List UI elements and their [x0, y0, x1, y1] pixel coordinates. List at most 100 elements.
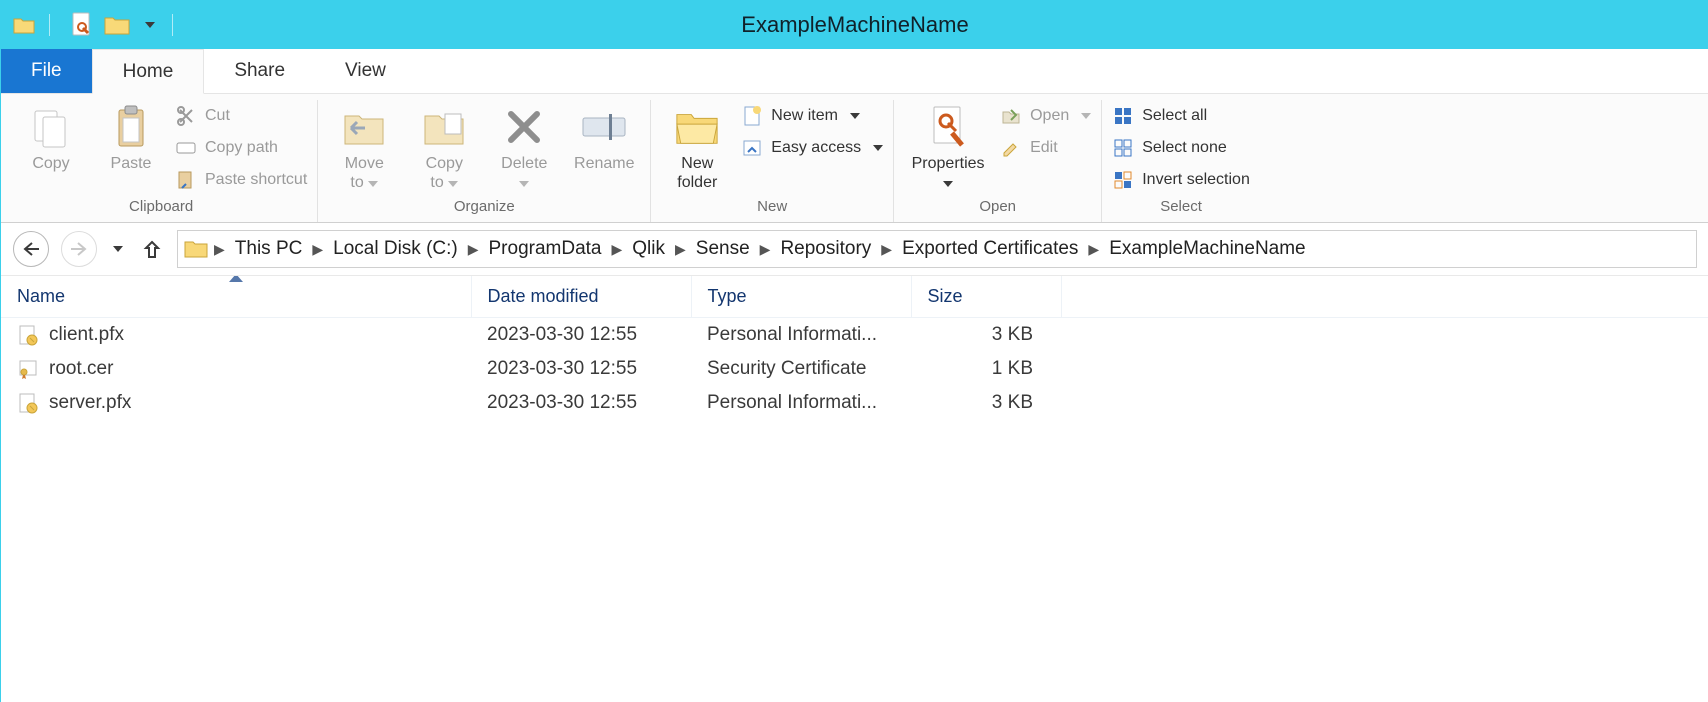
column-header-blank	[1061, 276, 1708, 318]
copy-icon	[28, 104, 74, 150]
caret-down-icon	[873, 145, 883, 151]
rename-icon	[581, 104, 627, 150]
breadcrumb-item[interactable]: ExampleMachineName	[1105, 238, 1309, 260]
ribbon: Copy Paste Cut	[1, 94, 1708, 223]
tab-share[interactable]: Share	[204, 49, 315, 93]
column-header-size[interactable]: Size	[911, 276, 1061, 318]
file-name-cell: client.pfx	[1, 318, 471, 353]
quick-access-toolbar	[1, 10, 191, 40]
group-title-clipboard: Clipboard	[129, 196, 193, 218]
chevron-right-icon: ▶	[612, 241, 623, 258]
new-folder-qat-button[interactable]	[102, 10, 132, 40]
file-table: Name Date modified Type Size client.pfx …	[1, 276, 1708, 420]
file-size-cell: 3 KB	[911, 318, 1061, 353]
back-button[interactable]	[13, 231, 49, 267]
cut-button[interactable]: Cut	[175, 102, 307, 130]
group-open: Properties Open Edit	[894, 100, 1102, 222]
paste-shortcut-icon	[175, 169, 197, 191]
chevron-right-icon: ▶	[312, 241, 323, 258]
file-date-cell: 2023-03-30 12:55	[471, 386, 691, 420]
copy-path-button[interactable]: Copy path	[175, 134, 307, 162]
chevron-right-icon: ▶	[675, 241, 686, 258]
breadcrumb[interactable]: ▶ This PC ▶ Local Disk (C:) ▶ ProgramDat…	[177, 230, 1697, 268]
certificate-pfx-icon	[17, 392, 39, 414]
invert-selection-icon	[1112, 169, 1134, 191]
delete-button[interactable]: Delete	[488, 100, 560, 192]
ribbon-tabs: File Home Share View	[1, 49, 1708, 94]
table-row[interactable]: root.cer 2023-03-30 12:55 Security Certi…	[1, 352, 1708, 386]
window-title: ExampleMachineName	[741, 12, 968, 38]
new-folder-button[interactable]: New folder	[661, 100, 733, 192]
table-row[interactable]: client.pfx 2023-03-30 12:55 Personal Inf…	[1, 318, 1708, 353]
open-icon	[1000, 105, 1022, 127]
tab-file[interactable]: File	[1, 49, 92, 93]
group-title-new: New	[757, 196, 787, 218]
breadcrumb-item[interactable]: Repository	[776, 238, 875, 260]
file-type-cell: Personal Informati...	[691, 386, 911, 420]
caret-down-icon	[113, 246, 123, 252]
easy-access-button[interactable]: Easy access	[741, 134, 883, 162]
chevron-right-icon: ▶	[760, 241, 771, 258]
chevron-right-icon: ▶	[1088, 241, 1099, 258]
properties-button[interactable]: Properties	[904, 100, 992, 192]
certificate-cer-icon	[17, 358, 39, 380]
breadcrumb-item[interactable]: Exported Certificates	[898, 238, 1082, 260]
caret-down-icon	[448, 181, 458, 187]
breadcrumb-item[interactable]: This PC	[231, 238, 307, 260]
arrow-left-icon	[22, 241, 40, 257]
file-name-cell: server.pfx	[1, 386, 471, 420]
recent-locations-button[interactable]	[109, 246, 127, 252]
up-button[interactable]	[139, 239, 165, 259]
copy-button[interactable]: Copy	[15, 100, 87, 173]
breadcrumb-item[interactable]: Qlik	[628, 238, 669, 260]
navigation-bar: ▶ This PC ▶ Local Disk (C:) ▶ ProgramDat…	[1, 223, 1708, 276]
file-list: Name Date modified Type Size client.pfx …	[1, 276, 1708, 702]
select-all-icon	[1112, 105, 1134, 127]
properties-qat-button[interactable]	[66, 10, 96, 40]
group-title-open: Open	[979, 196, 1016, 218]
column-header-date[interactable]: Date modified	[471, 276, 691, 318]
move-to-icon	[341, 104, 387, 150]
table-row[interactable]: server.pfx 2023-03-30 12:55 Personal Inf…	[1, 386, 1708, 420]
file-date-cell: 2023-03-30 12:55	[471, 352, 691, 386]
copy-to-icon	[421, 104, 467, 150]
file-size-cell: 1 KB	[911, 352, 1061, 386]
select-none-button[interactable]: Select none	[1112, 134, 1250, 162]
easy-access-icon	[741, 137, 763, 159]
edit-button[interactable]: Edit	[1000, 134, 1091, 162]
move-to-button[interactable]: Move to	[328, 100, 400, 192]
rename-button[interactable]: Rename	[568, 100, 640, 173]
group-clipboard: Copy Paste Cut	[5, 100, 318, 222]
column-header-type[interactable]: Type	[691, 276, 911, 318]
new-folder-icon	[674, 104, 720, 150]
breadcrumb-item[interactable]: Local Disk (C:)	[329, 238, 462, 260]
qat-customize-button[interactable]	[138, 10, 162, 40]
copy-to-button[interactable]: Copy to	[408, 100, 480, 192]
tab-view[interactable]: View	[315, 49, 416, 93]
properties-icon	[925, 104, 971, 150]
qat-separator	[49, 14, 56, 36]
column-header-name[interactable]: Name	[1, 276, 471, 318]
breadcrumb-item[interactable]: Sense	[692, 238, 754, 260]
select-all-button[interactable]: Select all	[1112, 102, 1250, 130]
forward-button[interactable]	[61, 231, 97, 267]
paste-shortcut-button[interactable]: Paste shortcut	[175, 166, 307, 194]
caret-down-icon	[145, 22, 155, 28]
chevron-right-icon: ▶	[881, 241, 892, 258]
paste-icon	[108, 104, 154, 150]
paste-button[interactable]: Paste	[95, 100, 167, 173]
caret-down-icon	[1081, 113, 1091, 119]
file-date-cell: 2023-03-30 12:55	[471, 318, 691, 353]
tab-home[interactable]: Home	[92, 49, 205, 94]
copy-path-icon	[175, 137, 197, 159]
folder-icon	[184, 239, 208, 259]
caret-down-icon	[368, 181, 378, 187]
group-organize: Move to Copy to Delete	[318, 100, 651, 222]
breadcrumb-item[interactable]: ProgramData	[485, 238, 606, 260]
open-button[interactable]: Open	[1000, 102, 1091, 130]
new-item-button[interactable]: New item	[741, 102, 883, 130]
edit-icon	[1000, 137, 1022, 159]
invert-selection-button[interactable]: Invert selection	[1112, 166, 1250, 194]
file-name-cell: root.cer	[1, 352, 471, 386]
delete-icon	[501, 104, 547, 150]
